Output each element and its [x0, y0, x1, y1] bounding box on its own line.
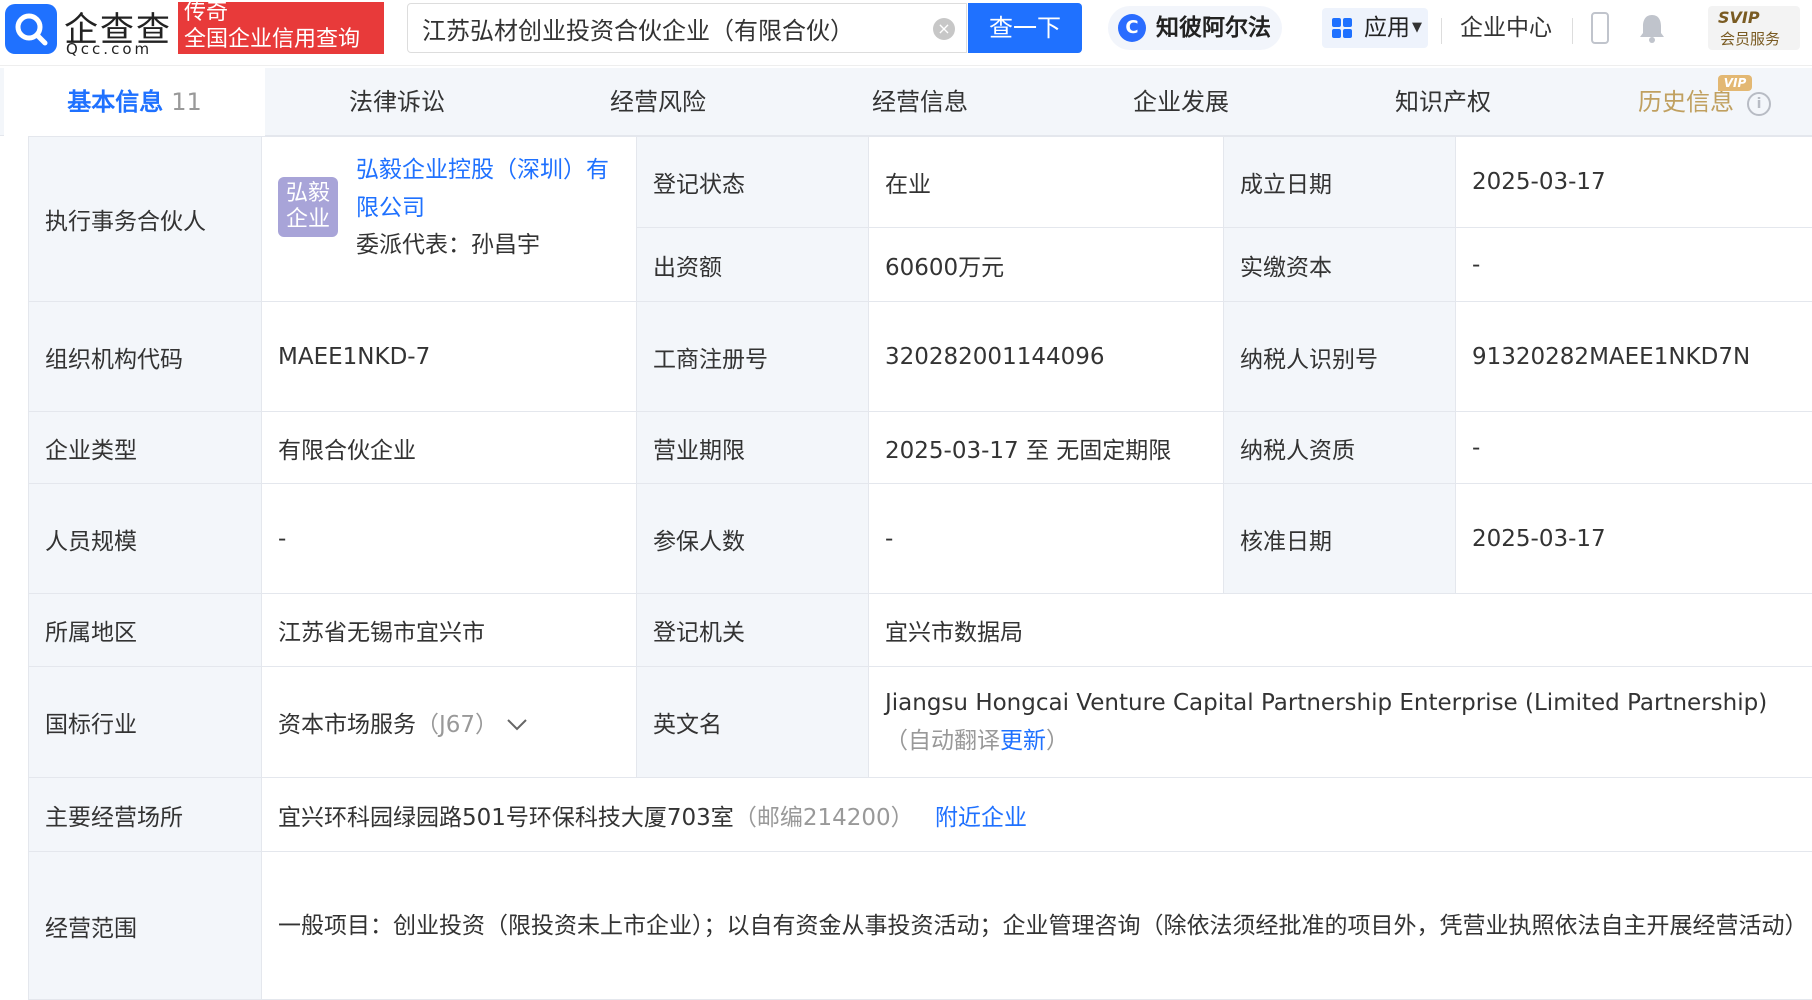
english-name-cell: Jiangsu Hongcai Venture Capital Partners… [869, 667, 1812, 778]
ai-logo-icon: C [1118, 14, 1146, 42]
tab-basic-info-label: 基本信息 [67, 88, 163, 116]
enterprise-center-link[interactable]: 企业中心 [1460, 10, 1552, 46]
search-input[interactable] [422, 12, 922, 44]
promo-line-2: 全国企业信用查询 [184, 27, 360, 53]
region-value: 江苏省无锡市宜兴市 [262, 594, 637, 667]
authority-label: 登记机关 [637, 594, 869, 667]
top-bar: 企查查 Qcc.com 传奇 全国企业信用查询 × 查一下 C 知彼阿尔法 应用… [0, 0, 1812, 66]
divider [1572, 18, 1573, 44]
english-name-label: 英文名 [637, 667, 869, 778]
type-value: 有限合伙企业 [262, 412, 637, 484]
clear-icon[interactable]: × [933, 18, 955, 40]
term-value: 2025-03-17 至 无固定期限 [869, 412, 1224, 484]
approve-date-label: 核准日期 [1224, 484, 1456, 594]
chevron-down-icon[interactable] [506, 712, 528, 738]
logo-icon[interactable] [5, 4, 57, 54]
address-label: 主要经营场所 [29, 778, 262, 852]
partner-label: 执行事务合伙人 [29, 137, 262, 302]
partner-representative: 委派代表：孙昌宇 [356, 227, 540, 263]
address-cell: 宜兴环科园绿园路501号环保科技大厦703室（邮编214200） 附近企业 [262, 778, 1812, 852]
postal-code: （邮编214200） [734, 805, 914, 831]
svip-title: SVIP [1718, 8, 1760, 27]
tab-risk[interactable]: 经营风险 [610, 68, 706, 136]
translation-note-end: ） [1046, 728, 1069, 754]
update-link[interactable]: 更新 [1000, 728, 1046, 754]
capital-value: 60600万元 [869, 228, 1224, 302]
capital-label: 出资额 [637, 228, 869, 302]
partner-avatar[interactable]: 弘毅企业 [278, 177, 338, 237]
promo-banner[interactable]: 传奇 全国企业信用查询 [178, 2, 384, 54]
founded-value: 2025-03-17 [1456, 137, 1812, 228]
search-box: × [407, 3, 967, 53]
svip-subtitle: 会员服务 [1720, 28, 1780, 49]
insured-value: - [869, 484, 1224, 594]
org-code-label: 组织机构代码 [29, 302, 262, 412]
divider [1441, 18, 1442, 44]
tax-qualification-label: 纳税人资质 [1224, 412, 1456, 484]
paid-capital-value: - [1456, 228, 1812, 302]
tax-id-value: 91320282MAEE1NKD7N [1456, 302, 1812, 412]
apps-label: 应用 [1364, 15, 1410, 41]
translation-note: （自动翻译 [885, 728, 1000, 754]
tab-ip[interactable]: 知识产权 [1395, 68, 1491, 136]
partner-cell: 弘毅企业 弘毅企业控股（深圳）有限公司 委派代表：孙昌宇 [262, 137, 637, 302]
type-label: 企业类型 [29, 412, 262, 484]
apps-button[interactable]: 应用 ▼ [1322, 8, 1428, 48]
founded-label: 成立日期 [1224, 137, 1456, 228]
phone-icon[interactable] [1591, 12, 1609, 44]
promo-line-1: 传奇 [184, 0, 228, 26]
vip-badge: VIP [1718, 75, 1752, 91]
tax-id-label: 纳税人识别号 [1224, 302, 1456, 412]
partner-name-link[interactable]: 弘毅企业控股（深圳）有限公司 [356, 151, 626, 227]
info-icon[interactable]: i [1747, 92, 1771, 116]
svip-button[interactable]: SVIP 会员服务 [1708, 6, 1800, 50]
search-button[interactable]: 查一下 [968, 3, 1082, 53]
reg-no-label: 工商注册号 [637, 302, 869, 412]
insured-label: 参保人数 [637, 484, 869, 594]
tax-qualification-value: - [1456, 412, 1812, 484]
tab-development[interactable]: 企业发展 [1133, 68, 1229, 136]
scope-value: 一般项目：创业投资（限投资未上市企业）；以自有资金从事投资活动；企业管理咨询（除… [262, 852, 1812, 1000]
staff-size-value: - [262, 484, 637, 594]
approve-date-value: 2025-03-17 [1456, 484, 1812, 594]
english-name-value: Jiangsu Hongcai Venture Capital Partners… [885, 690, 1767, 716]
industry-value: 资本市场服务 [278, 712, 416, 738]
grid-icon [1332, 18, 1352, 38]
reg-no-value: 320282001144096 [869, 302, 1224, 412]
paid-capital-label: 实缴资本 [1224, 228, 1456, 302]
caret-down-icon: ▼ [1412, 8, 1422, 48]
industry-code: （J67） [416, 712, 498, 738]
staff-size-label: 人员规模 [29, 484, 262, 594]
ai-assistant-button[interactable]: C 知彼阿尔法 [1108, 6, 1282, 50]
org-code-value: MAEE1NKD-7 [262, 302, 637, 412]
region-label: 所属地区 [29, 594, 262, 667]
industry-label: 国标行业 [29, 667, 262, 778]
basic-info-table: 执行事务合伙人 弘毅企业 弘毅企业控股（深圳）有限公司 委派代表：孙昌宇 登记状… [28, 136, 1812, 1000]
status-value: 在业 [869, 137, 1224, 228]
nearby-companies-link[interactable]: 附近企业 [935, 805, 1027, 831]
ai-assistant-label: 知彼阿尔法 [1156, 15, 1271, 41]
tab-operation[interactable]: 经营信息 [872, 68, 968, 136]
logo-subtitle: Qcc.com [66, 40, 152, 58]
industry-cell[interactable]: 资本市场服务（J67） [262, 667, 637, 778]
tab-basic-info-count: 11 [171, 88, 202, 116]
status-label: 登记状态 [637, 137, 869, 228]
tab-legal[interactable]: 法律诉讼 [349, 68, 445, 136]
section-tabs: 基本信息11 法律诉讼 经营风险 经营信息 企业发展 知识产权 历史信息 [0, 68, 1812, 136]
bell-icon[interactable] [1638, 12, 1666, 44]
term-label: 营业期限 [637, 412, 869, 484]
tab-basic-info[interactable]: 基本信息 11 [4, 68, 265, 136]
authority-value: 宜兴市数据局 [869, 594, 1812, 667]
address-value: 宜兴环科园绿园路501号环保科技大厦703室 [278, 805, 734, 831]
scope-label: 经营范围 [29, 852, 262, 1000]
